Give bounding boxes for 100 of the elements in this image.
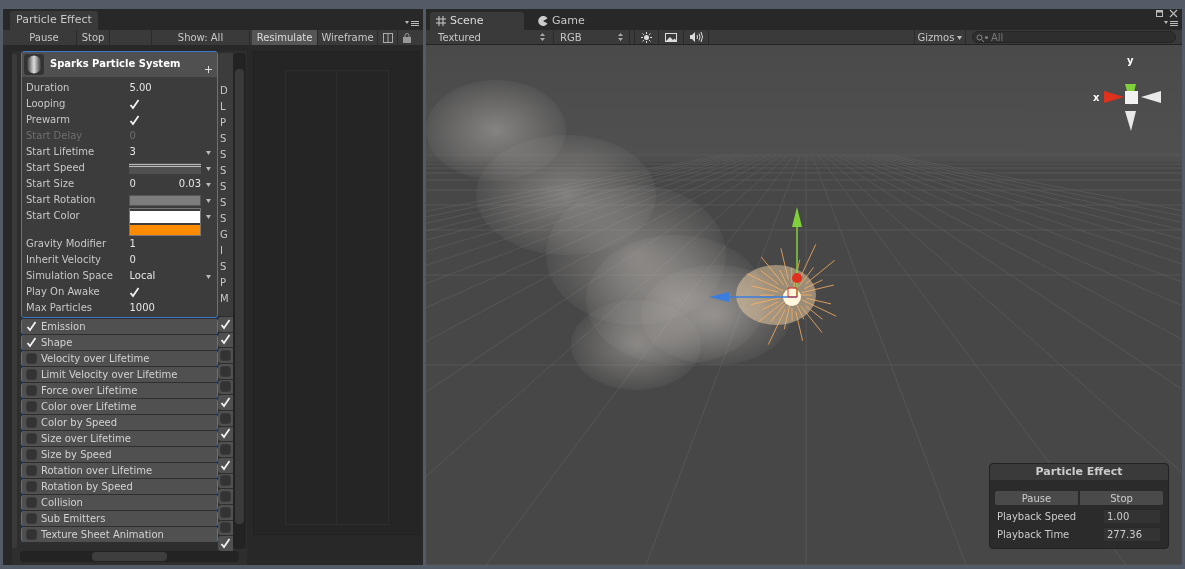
overlay-button[interactable]: Stop xyxy=(1079,490,1164,506)
toolbar-button[interactable]: Pause xyxy=(12,30,77,45)
curve-preview[interactable] xyxy=(129,162,202,174)
checkbox[interactable] xyxy=(26,449,37,460)
dropdown-arrow-icon[interactable] xyxy=(206,273,211,279)
checkbox[interactable] xyxy=(26,369,37,380)
checkbox[interactable] xyxy=(220,444,231,456)
checkmark-icon[interactable] xyxy=(220,334,231,346)
property-label: I xyxy=(220,244,224,258)
module-header[interactable]: Emission xyxy=(21,319,218,334)
caret-icon[interactable] xyxy=(957,34,963,40)
module-header[interactable]: Force over Lifetime xyxy=(21,383,218,398)
plus-icon[interactable] xyxy=(205,66,212,73)
property-label: Gravity Modifier xyxy=(26,237,108,251)
module-header[interactable]: Rotation by Speed xyxy=(21,479,218,494)
view-tab[interactable]: Scene xyxy=(430,12,524,30)
panel-tab[interactable]: Particle Effect xyxy=(10,11,98,30)
property-label: Looping xyxy=(26,97,67,111)
checkbox[interactable] xyxy=(26,417,37,428)
dropdown-arrow-icon[interactable] xyxy=(206,181,211,187)
checkbox[interactable] xyxy=(220,522,231,534)
checkbox[interactable] xyxy=(220,381,231,393)
checkbox[interactable] xyxy=(220,506,231,518)
module-header[interactable]: Velocity over Lifetime xyxy=(21,351,218,366)
property-label: P xyxy=(220,276,228,290)
checkmark-icon[interactable] xyxy=(129,98,141,110)
split-view-icon[interactable] xyxy=(382,32,393,43)
property-value[interactable]: 0 xyxy=(129,252,202,268)
search-field[interactable]: All xyxy=(972,31,1176,43)
maximize-icon[interactable] xyxy=(1156,10,1163,17)
property-value[interactable]: 0 xyxy=(129,176,136,192)
dropdown-arrow-icon[interactable] xyxy=(206,213,211,219)
property-label: Start Speed xyxy=(26,161,86,175)
module-header[interactable]: Texture Sheet Animation xyxy=(21,527,218,542)
checkbox[interactable] xyxy=(26,353,37,364)
checkbox[interactable] xyxy=(220,491,231,503)
menu-icon[interactable] xyxy=(405,19,419,27)
checkmark-icon[interactable] xyxy=(129,286,141,298)
checkbox[interactable] xyxy=(26,401,37,412)
toolbar-button[interactable]: Stop xyxy=(77,30,110,45)
checkmark-icon[interactable] xyxy=(220,538,231,550)
checkmark-icon[interactable] xyxy=(220,397,231,409)
module-header[interactable]: Shape xyxy=(21,335,218,350)
property-value[interactable]: 3 xyxy=(129,144,202,160)
property-value[interactable]: Local xyxy=(129,268,202,284)
checkbox[interactable] xyxy=(220,412,231,424)
checkbox[interactable] xyxy=(26,385,37,396)
property-label: D xyxy=(220,84,229,98)
close-icon[interactable] xyxy=(1169,9,1178,18)
color-gradient-field[interactable] xyxy=(129,208,202,236)
module-header[interactable]: Size over Lifetime xyxy=(21,431,218,446)
number-field[interactable]: 1.00 xyxy=(1103,509,1161,524)
module-header[interactable]: Color by Speed xyxy=(21,415,218,430)
checkbox[interactable] xyxy=(26,497,37,508)
draw-mode-dropdown[interactable]: Textured xyxy=(430,30,554,44)
overlay-button[interactable]: Pause xyxy=(994,490,1079,506)
property-value[interactable]: 0.03 xyxy=(178,176,202,192)
toolbar-button[interactable]: Show: All xyxy=(152,30,250,45)
checkbox[interactable] xyxy=(220,365,231,377)
checkbox[interactable] xyxy=(220,350,231,362)
dropdown-arrow-icon[interactable] xyxy=(206,197,211,203)
checkmark-icon[interactable] xyxy=(220,459,231,471)
checkbox[interactable] xyxy=(26,433,37,444)
module-header[interactable]: Limit Velocity over Lifetime xyxy=(21,367,218,382)
dropdown-arrow-icon[interactable] xyxy=(206,149,211,155)
lighting-toggle[interactable] xyxy=(634,30,659,44)
property-value[interactable]: 1000 xyxy=(129,300,202,316)
checkmark-icon[interactable] xyxy=(129,114,141,126)
checkbox[interactable] xyxy=(26,529,37,540)
menu-icon[interactable] xyxy=(1164,19,1178,27)
checkbox[interactable] xyxy=(220,475,231,487)
move-gizmo-drawing[interactable] xyxy=(709,207,802,302)
checkbox[interactable] xyxy=(26,513,37,524)
checkbox[interactable] xyxy=(26,465,37,476)
grid-icon xyxy=(436,16,446,26)
checkmark-icon[interactable] xyxy=(26,321,37,332)
vertical-scrollbar[interactable] xyxy=(233,53,246,549)
gizmos-dropdown[interactable]: Gizmos xyxy=(914,30,966,44)
horizontal-scrollbar[interactable] xyxy=(20,551,239,562)
channel-dropdown[interactable]: RGB xyxy=(554,30,630,44)
checkmark-icon[interactable] xyxy=(26,337,37,348)
module-header[interactable]: Color over Lifetime xyxy=(21,399,218,414)
toolbar-button[interactable]: Wireframe xyxy=(318,30,378,45)
module-header[interactable]: Size by Speed xyxy=(21,447,218,462)
module-header[interactable]: Sub Emitters xyxy=(21,511,218,526)
module-header[interactable]: Collision xyxy=(21,495,218,510)
property-value[interactable]: 1 xyxy=(129,236,202,252)
property-value[interactable]: 5.00 xyxy=(129,80,202,96)
property-label: G xyxy=(220,228,229,242)
property-label: S xyxy=(220,164,228,178)
module-header[interactable]: Rotation over Lifetime xyxy=(21,463,218,478)
checkmark-icon[interactable] xyxy=(220,428,231,440)
toolbar-button[interactable]: Resimulate xyxy=(252,30,318,45)
number-field[interactable]: 277.36 xyxy=(1103,527,1161,542)
orientation-gizmo-drawing[interactable] xyxy=(1104,84,1161,131)
dropdown-arrow-icon[interactable] xyxy=(206,165,211,171)
checkmark-icon[interactable] xyxy=(220,318,231,330)
checkbox[interactable] xyxy=(26,481,37,492)
view-tab[interactable]: Game xyxy=(532,12,626,30)
lock-icon[interactable] xyxy=(403,32,411,43)
